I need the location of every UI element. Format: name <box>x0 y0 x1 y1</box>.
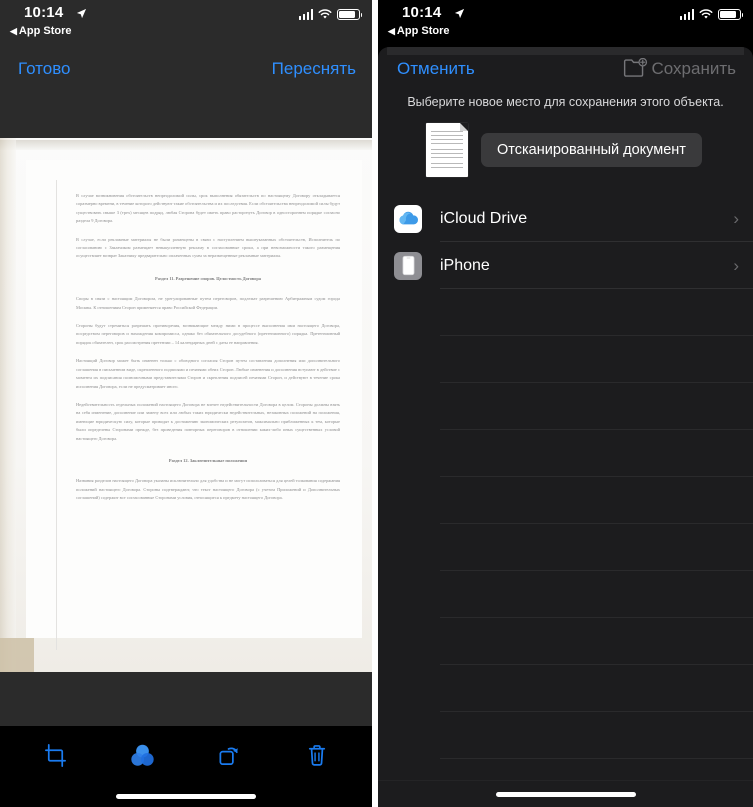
icloud-icon <box>394 204 422 233</box>
empty-list-row <box>378 712 753 759</box>
empty-list-row <box>378 289 753 336</box>
doc-paragraph: Споры в связи с настоящим Договором, не … <box>76 296 340 310</box>
retake-button[interactable]: Переснять <box>272 59 356 79</box>
location-arrow-icon <box>454 6 465 24</box>
status-bar-indicators <box>298 9 363 20</box>
document-thumbnail-icon <box>426 123 468 177</box>
status-bar-time: 10:14 <box>24 4 64 21</box>
doc-section-heading-11: Раздел 11. Разрешение споров. Целостност… <box>155 275 261 281</box>
home-indicator[interactable] <box>116 793 256 799</box>
chevron-right-icon: › <box>733 208 739 228</box>
back-to-app-store-link[interactable]: ◀ App Store <box>388 25 449 37</box>
location-arrow-icon <box>76 6 87 24</box>
dual-screenshot-container: 10:14 ◀ App Store Готово Переснять В слу… <box>0 0 753 807</box>
back-triangle-icon: ◀ <box>10 26 17 36</box>
list-item-iphone[interactable]: iPhone › <box>378 242 753 289</box>
cellular-signal-icon <box>679 9 694 20</box>
page-margin-line <box>56 180 57 650</box>
empty-list-row <box>378 665 753 712</box>
scan-corner-shadow <box>0 638 34 672</box>
scan-preview-area[interactable]: В случае возникновения обстоятельств неп… <box>0 138 372 672</box>
list-item-label: iCloud Drive <box>440 209 528 227</box>
scanned-page: В случае возникновения обстоятельств неп… <box>26 160 362 650</box>
doc-paragraph: Названия разделов настоящего Договора ук… <box>76 478 340 501</box>
home-indicator-area-left <box>0 785 372 807</box>
left-phone-screen: 10:14 ◀ App Store Готово Переснять В слу… <box>0 0 372 807</box>
scan-preview-spacer <box>0 672 372 726</box>
doc-paragraph: Стороны будут стремиться разрешать проти… <box>76 323 340 345</box>
doc-section-heading-12: Раздел 12. Заключительные положения <box>168 457 248 463</box>
color-filter-icon <box>131 744 154 766</box>
scan-top-edge <box>0 140 372 150</box>
destination-list: iCloud Drive › iPhone › <box>378 195 753 806</box>
back-to-app-store-link[interactable]: ◀ App Store <box>10 25 71 37</box>
trash-icon <box>308 745 325 766</box>
doc-paragraph: В случае возникновения обстоятельств неп… <box>76 193 340 224</box>
save-button[interactable]: Сохранить <box>652 59 736 79</box>
save-sheet-navbar: Отменить Сохранить <box>378 47 753 93</box>
empty-list-row <box>378 336 753 383</box>
status-bar-time: 10:14 <box>402 4 442 21</box>
doc-paragraph: Настоящий Договор может быть изменен тол… <box>76 358 340 389</box>
status-bar-left: 10:14 ◀ App Store <box>0 0 372 47</box>
list-item-icloud-drive[interactable]: iCloud Drive › <box>378 195 753 242</box>
doc-paragraph: В случае, если рекламные материалы не бы… <box>76 236 340 259</box>
file-name-row: Отсканированный документ <box>378 109 753 193</box>
iphone-icon <box>394 251 422 280</box>
new-folder-icon <box>623 57 648 77</box>
back-label: App Store <box>396 25 450 37</box>
battery-icon <box>718 9 744 20</box>
wifi-icon <box>318 9 332 19</box>
scan-left-edge <box>0 138 16 672</box>
rotate-button[interactable] <box>209 737 251 775</box>
cancel-button[interactable]: Отменить <box>397 59 475 79</box>
home-indicator-area-right <box>378 780 753 807</box>
crop-icon <box>45 744 66 767</box>
save-destination-sheet-container: Отменить Сохранить Выберите новое место … <box>378 47 753 807</box>
home-indicator[interactable] <box>495 791 636 797</box>
delete-button[interactable] <box>296 737 338 775</box>
status-bar-right: 10:14 ◀ App Store <box>378 0 753 47</box>
done-button[interactable]: Готово <box>18 59 71 79</box>
list-item-label: iPhone <box>440 256 490 274</box>
empty-list-row <box>378 524 753 571</box>
sheet-subtitle: Выберите новое место для сохранения этог… <box>407 95 724 109</box>
empty-list-row <box>378 477 753 524</box>
rotate-icon <box>219 747 238 766</box>
scan-edit-toolbar <box>0 726 372 785</box>
doc-paragraph: Недействительность отдельных положений н… <box>76 401 340 441</box>
empty-list-row <box>378 430 753 477</box>
color-filter-button[interactable] <box>122 737 164 775</box>
back-triangle-icon: ◀ <box>388 26 395 36</box>
empty-list-row <box>378 571 753 618</box>
empty-list-row <box>378 383 753 430</box>
save-destination-sheet: Отменить Сохранить Выберите новое место … <box>378 47 753 807</box>
battery-icon <box>337 9 363 20</box>
chevron-right-icon: › <box>733 255 739 275</box>
empty-list-row <box>378 618 753 665</box>
crop-button[interactable] <box>35 737 77 775</box>
back-label: App Store <box>18 25 72 37</box>
wifi-icon <box>699 9 713 19</box>
cellular-signal-icon <box>298 9 313 20</box>
scan-preview-navbar: Готово Переснять <box>0 47 372 138</box>
file-name-input[interactable]: Отсканированный документ <box>481 133 702 167</box>
new-folder-button[interactable] <box>623 57 648 83</box>
status-bar-indicators <box>679 9 744 20</box>
scanned-document-text: В случае возникновения обстоятельств неп… <box>76 192 340 513</box>
right-phone-screen: 10:14 ◀ App Store Отменить Сохранить Выб… <box>378 0 753 807</box>
